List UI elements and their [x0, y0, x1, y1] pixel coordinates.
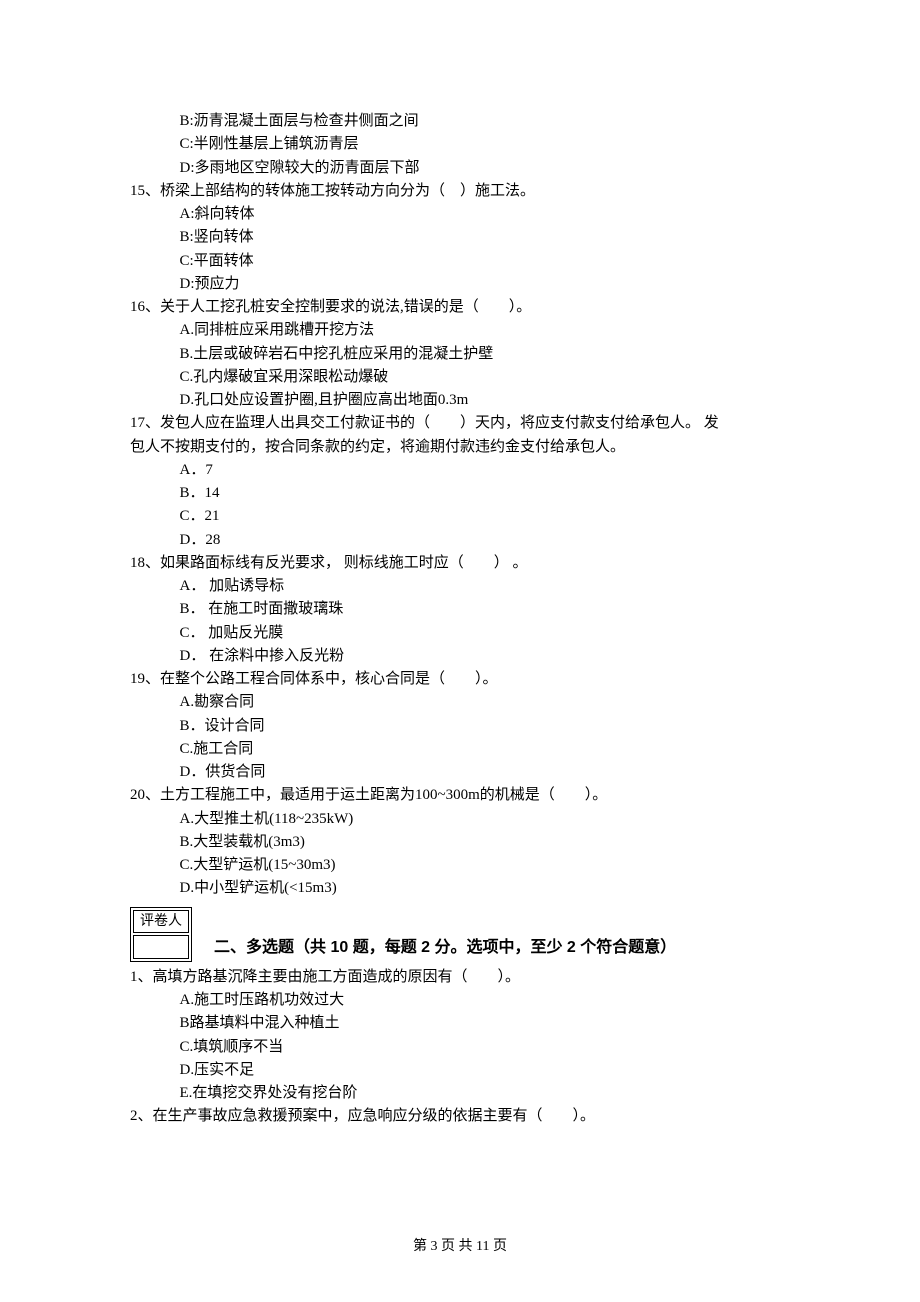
question-stem-wrap: 包人不按期支付的，按合同条款的约定，将逾期付款违约金支付给承包人。 [130, 436, 790, 459]
question-17: 17、发包人应在监理人出具交工付款证书的（ ）天内，将应支付款支付给承包人。 发… [130, 412, 790, 552]
option-c: C:半刚性基层上铺筑沥青层 [130, 133, 790, 156]
option-c: C．21 [130, 505, 790, 528]
question-num: 20、 [130, 787, 160, 803]
option-a: A．7 [130, 459, 790, 482]
section-header-row: 评卷人 二、多选题（共 10 题，每题 2 分。选项中，至少 2 个符合题意） [130, 901, 790, 962]
option-b: B．设计合同 [130, 715, 790, 738]
option-a: A.勘察合同 [130, 691, 790, 714]
question-stem: 19、在整个公路工程合同体系中，核心合同是（ ）。 [130, 668, 790, 691]
mc-question-1: 1、高填方路基沉降主要由施工方面造成的原因有（ ）。 A.施工时压路机功效过大 … [130, 966, 790, 1106]
question-text: 高填方路基沉降主要由施工方面造成的原因有（ ）。 [153, 969, 521, 985]
option-b: B． 在施工时面撒玻璃珠 [130, 598, 790, 621]
option-c: C． 加贴反光膜 [130, 622, 790, 645]
question-16: 16、关于人工挖孔桩安全控制要求的说法,错误的是（ ）。 A.同排桩应采用跳槽开… [130, 296, 790, 412]
question-text: 在生产事故应急救援预案中，应急响应分级的依据主要有（ ）。 [153, 1108, 596, 1124]
option-d: D．供货合同 [130, 761, 790, 784]
question-stem: 1、高填方路基沉降主要由施工方面造成的原因有（ ）。 [130, 966, 790, 989]
question-stem: 16、关于人工挖孔桩安全控制要求的说法,错误的是（ ）。 [130, 296, 790, 319]
option-c: C.大型铲运机(15~30m3) [130, 854, 790, 877]
question-text: 发包人应在监理人出具交工付款证书的（ ）天内，将应支付款支付给承包人。 发 [160, 415, 719, 431]
option-c: C.孔内爆破宜采用深眼松动爆破 [130, 366, 790, 389]
option-d: D.中小型铲运机(<15m3) [130, 877, 790, 900]
option-b: B路基填料中混入种植土 [130, 1012, 790, 1035]
question-num: 19、 [130, 671, 160, 687]
option-b: B．14 [130, 482, 790, 505]
question-text: 如果路面标线有反光要求， 则标线施工时应（ ） 。 [160, 555, 528, 571]
option-d: D:多雨地区空隙较大的沥青面层下部 [130, 157, 790, 180]
grader-label: 评卷人 [133, 910, 189, 934]
question-num: 1、 [130, 969, 153, 985]
question-text: 在整个公路工程合同体系中，核心合同是（ ）。 [160, 671, 498, 687]
option-a: A:斜向转体 [130, 203, 790, 226]
option-e: E.在填挖交界处没有挖台阶 [130, 1082, 790, 1105]
option-c: C.施工合同 [130, 738, 790, 761]
option-a: A.施工时压路机功效过大 [130, 989, 790, 1012]
prev-question-options: B:沥青混凝土面层与检查井侧面之间 C:半刚性基层上铺筑沥青层 D:多雨地区空隙… [130, 110, 790, 180]
question-stem: 17、发包人应在监理人出具交工付款证书的（ ）天内，将应支付款支付给承包人。 发 [130, 412, 790, 435]
section-heading: 二、多选题（共 10 题，每题 2 分。选项中，至少 2 个符合题意） [192, 936, 790, 962]
question-stem: 15、桥梁上部结构的转体施工按转动方向分为（ ）施工法。 [130, 180, 790, 203]
option-c: C.填筑顺序不当 [130, 1036, 790, 1059]
option-d: D． 在涂料中掺入反光粉 [130, 645, 790, 668]
question-num: 17、 [130, 415, 160, 431]
question-num: 2、 [130, 1108, 153, 1124]
question-text: 关于人工挖孔桩安全控制要求的说法,错误的是（ ）。 [160, 299, 531, 315]
option-d: D.孔口处应设置护圈,且护圈应高出地面0.3m [130, 389, 790, 412]
page-footer: 第 3 页 共 11 页 [0, 1236, 920, 1258]
option-b: B.土层或破碎岩石中挖孔桩应采用的混凝土护壁 [130, 343, 790, 366]
question-num: 18、 [130, 555, 160, 571]
mc-question-2: 2、在生产事故应急救援预案中，应急响应分级的依据主要有（ ）。 [130, 1105, 790, 1128]
grader-box: 评卷人 [130, 907, 192, 962]
option-d: D．28 [130, 529, 790, 552]
question-stem: 18、如果路面标线有反光要求， 则标线施工时应（ ） 。 [130, 552, 790, 575]
option-a: A． 加贴诱导标 [130, 575, 790, 598]
question-num: 16、 [130, 299, 160, 315]
option-d: D.压实不足 [130, 1059, 790, 1082]
option-a: A.大型推土机(118~235kW) [130, 808, 790, 831]
question-stem: 20、土方工程施工中，最适用于运土距离为100~300m的机械是（ ）。 [130, 784, 790, 807]
question-text: 土方工程施工中，最适用于运土距离为100~300m的机械是（ ）。 [160, 787, 607, 803]
question-18: 18、如果路面标线有反光要求， 则标线施工时应（ ） 。 A． 加贴诱导标 B．… [130, 552, 790, 668]
option-b: B:竖向转体 [130, 226, 790, 249]
question-num: 15、 [130, 183, 160, 199]
grader-blank [133, 935, 189, 959]
option-b: B.大型装载机(3m3) [130, 831, 790, 854]
option-c: C:平面转体 [130, 250, 790, 273]
option-a: A.同排桩应采用跳槽开挖方法 [130, 319, 790, 342]
question-stem: 2、在生产事故应急救援预案中，应急响应分级的依据主要有（ ）。 [130, 1105, 790, 1128]
option-d: D:预应力 [130, 273, 790, 296]
question-text: 桥梁上部结构的转体施工按转动方向分为（ ）施工法。 [160, 183, 535, 199]
question-20: 20、土方工程施工中，最适用于运土距离为100~300m的机械是（ ）。 A.大… [130, 784, 790, 900]
option-b: B:沥青混凝土面层与检查井侧面之间 [130, 110, 790, 133]
question-19: 19、在整个公路工程合同体系中，核心合同是（ ）。 A.勘察合同 B．设计合同 … [130, 668, 790, 784]
question-15: 15、桥梁上部结构的转体施工按转动方向分为（ ）施工法。 A:斜向转体 B:竖向… [130, 180, 790, 296]
